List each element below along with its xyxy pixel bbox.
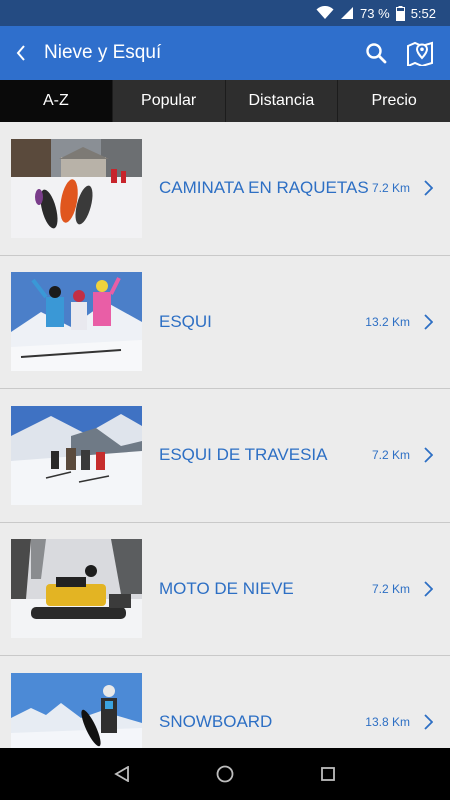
page-title: Nieve y Esquí: [44, 42, 162, 63]
battery-percent: 73 %: [360, 5, 390, 21]
tab-precio[interactable]: Precio: [337, 80, 450, 122]
tab-distancia[interactable]: Distancia: [224, 80, 338, 122]
item-title: ESQUI: [159, 311, 212, 331]
nav-recents-button[interactable]: [308, 754, 348, 794]
item-title: ESQUI DE TRAVESIA: [159, 445, 328, 465]
nav-back-button[interactable]: [102, 754, 142, 794]
chevron-right-icon: [418, 180, 438, 196]
chevron-right-icon: [418, 714, 438, 730]
map-pin-icon: [407, 41, 433, 66]
battery-icon: [395, 5, 405, 21]
tab-popular[interactable]: Popular: [111, 80, 225, 122]
tab-a-z[interactable]: A-Z: [0, 80, 112, 122]
app-bar: Nieve y Esquí: [0, 26, 450, 80]
chevron-right-icon: [418, 447, 438, 463]
skiers-photo: [11, 272, 142, 372]
list-item[interactable]: ESQUI DE TRAVESIA 7.2 Km: [0, 389, 450, 523]
ski-touring-photo: [11, 405, 142, 505]
triangle-back-icon: [113, 766, 129, 782]
square-recents-icon: [321, 767, 336, 781]
chevron-left-icon: [16, 45, 25, 61]
clock: 5:52: [410, 5, 436, 21]
item-title: CAMINATA EN RAQUETAS: [159, 178, 369, 198]
list-item[interactable]: CAMINATA EN RAQUETAS 7.2 Km: [0, 122, 450, 256]
chevron-right-icon: [418, 314, 438, 330]
list-item[interactable]: MOTO DE NIEVE 7.2 Km: [0, 523, 450, 656]
search-button[interactable]: [354, 26, 398, 80]
list-item[interactable]: ESQUI 13.2 Km: [0, 256, 450, 389]
status-bar: 73 % 5:52: [0, 0, 450, 26]
list-item[interactable]: SNOWBOARD 13.8 Km: [0, 656, 450, 748]
item-distance: 7.2 Km: [371, 581, 410, 596]
wifi-icon: [316, 6, 334, 20]
nav-home-button[interactable]: [205, 754, 245, 794]
search-icon: [366, 43, 387, 64]
item-title: MOTO DE NIEVE: [159, 578, 294, 598]
snowmobile-photo: [11, 539, 142, 639]
sort-tabs: A-Z Popular Distancia Precio: [0, 80, 450, 122]
snowboard-photo: [11, 672, 142, 748]
system-nav-bar: [0, 748, 450, 800]
item-distance: 13.8 Km: [365, 715, 410, 730]
back-button[interactable]: [0, 26, 42, 80]
item-title: SNOWBOARD: [159, 712, 273, 732]
snowshoes-photo: [11, 138, 142, 238]
activity-list: CAMINATA EN RAQUETAS 7.2 Km ESQUI 13.2 K…: [0, 122, 450, 748]
item-distance: 13.2 Km: [365, 314, 410, 329]
item-distance: 7.2 Km: [371, 448, 410, 463]
chevron-right-icon: [418, 581, 438, 597]
map-button[interactable]: [398, 26, 442, 80]
cell-signal-icon: [340, 6, 354, 20]
item-distance: 7.2 Km: [371, 181, 410, 196]
circle-home-icon: [216, 765, 234, 783]
